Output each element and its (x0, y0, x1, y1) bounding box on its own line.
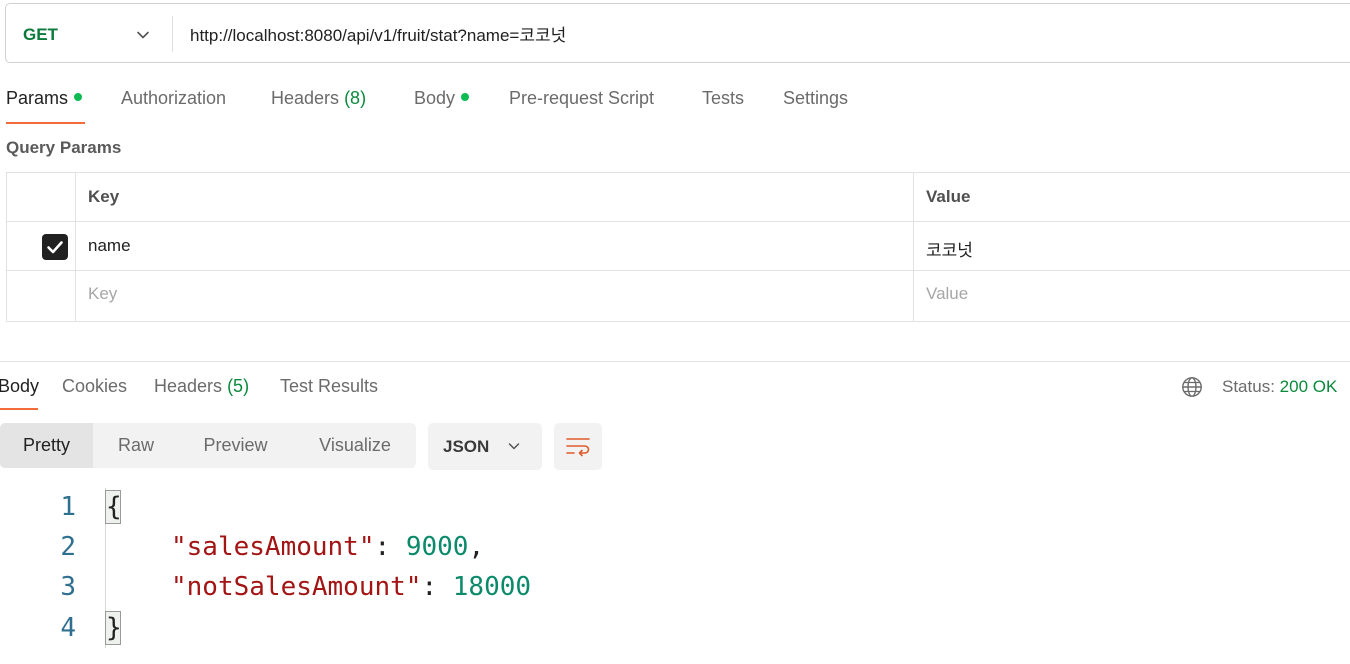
globe-icon[interactable] (1181, 376, 1203, 398)
table-row: name 코코넛 (7, 222, 1350, 271)
json-open-brace: { (106, 492, 122, 522)
method-selector[interactable]: GET (23, 25, 58, 45)
json-number: 18000 (452, 572, 532, 602)
view-preview-button[interactable]: Preview (188, 423, 283, 468)
line-number: 3 (60, 572, 76, 602)
table-row-empty: Key Value (7, 271, 1350, 320)
body-indicator-dot (461, 93, 470, 102)
query-params-title: Query Params (6, 138, 122, 157)
json-close-brace: } (106, 613, 122, 643)
response-status: Status: 200 OK (1222, 377, 1337, 397)
line-number: 4 (60, 613, 76, 643)
tab-tests[interactable]: Tests (702, 88, 744, 109)
chevron-down-icon[interactable] (134, 26, 152, 44)
active-tab-underline (6, 122, 85, 124)
json-colon: : (374, 532, 406, 562)
json-line: "notSalesAmount": 18000 (171, 572, 531, 602)
json-line: "salesAmount": 9000, (171, 532, 484, 562)
format-label: JSON (443, 437, 490, 456)
tab-response-headers-label: Headers (154, 376, 223, 396)
table-header-row: Key Value (7, 173, 1350, 222)
wrap-lines-button[interactable] (554, 423, 602, 470)
query-params-table: Key Value name 코코넛 Key Value (6, 172, 1350, 322)
view-raw-button[interactable]: Raw (100, 423, 172, 468)
line-number: 2 (60, 532, 76, 562)
json-number: 9000 (405, 532, 469, 562)
url-divider (172, 16, 173, 52)
key-column-header: Key (88, 187, 120, 206)
response-divider (0, 361, 1350, 362)
headers-count: (8) (344, 88, 367, 108)
tab-body[interactable]: Body (414, 88, 470, 109)
tab-body-label: Body (414, 88, 456, 108)
response-tab-underline (0, 408, 38, 410)
view-pretty-button[interactable]: Pretty (0, 423, 93, 468)
tab-response-headers[interactable]: Headers (5) (154, 376, 249, 397)
param-key-cell[interactable]: name (88, 236, 131, 256)
new-value-input[interactable]: Value (926, 284, 968, 304)
chevron-down-icon (508, 443, 520, 450)
check-icon (47, 241, 63, 254)
status-code: 200 OK (1279, 377, 1338, 396)
param-value-cell[interactable]: 코코넛 (926, 236, 973, 261)
tab-headers-label: Headers (271, 88, 340, 108)
params-indicator-dot (74, 93, 83, 102)
tab-authorization[interactable]: Authorization (121, 88, 226, 109)
json-colon: : (421, 572, 453, 602)
url-input[interactable] (182, 18, 1098, 48)
json-comma: , (468, 532, 485, 562)
tab-response-body[interactable]: Body (0, 376, 39, 397)
request-url-bar: GET (5, 3, 1350, 63)
tab-test-results[interactable]: Test Results (280, 376, 378, 397)
value-column-header: Value (926, 187, 971, 206)
wrap-lines-icon (566, 438, 590, 457)
line-number: 1 (60, 492, 76, 522)
json-key: "notSalesAmount" (171, 572, 422, 602)
tab-params[interactable]: Params (6, 88, 83, 109)
json-key: "salesAmount" (171, 532, 375, 562)
tab-params-label: Params (6, 88, 69, 108)
tab-pre-request-script[interactable]: Pre-request Script (509, 88, 654, 109)
param-enabled-checkbox[interactable] (42, 234, 68, 260)
tab-settings[interactable]: Settings (783, 88, 848, 109)
tab-cookies[interactable]: Cookies (62, 376, 127, 397)
view-mode-group: Pretty Raw Preview Visualize (0, 423, 416, 468)
response-headers-count: (5) (227, 376, 250, 396)
view-visualize-button[interactable]: Visualize (302, 423, 408, 468)
new-key-input[interactable]: Key (88, 284, 117, 304)
format-dropdown[interactable]: JSON (428, 423, 542, 470)
tab-headers[interactable]: Headers (8) (271, 88, 366, 109)
status-label: Status: (1222, 377, 1275, 396)
